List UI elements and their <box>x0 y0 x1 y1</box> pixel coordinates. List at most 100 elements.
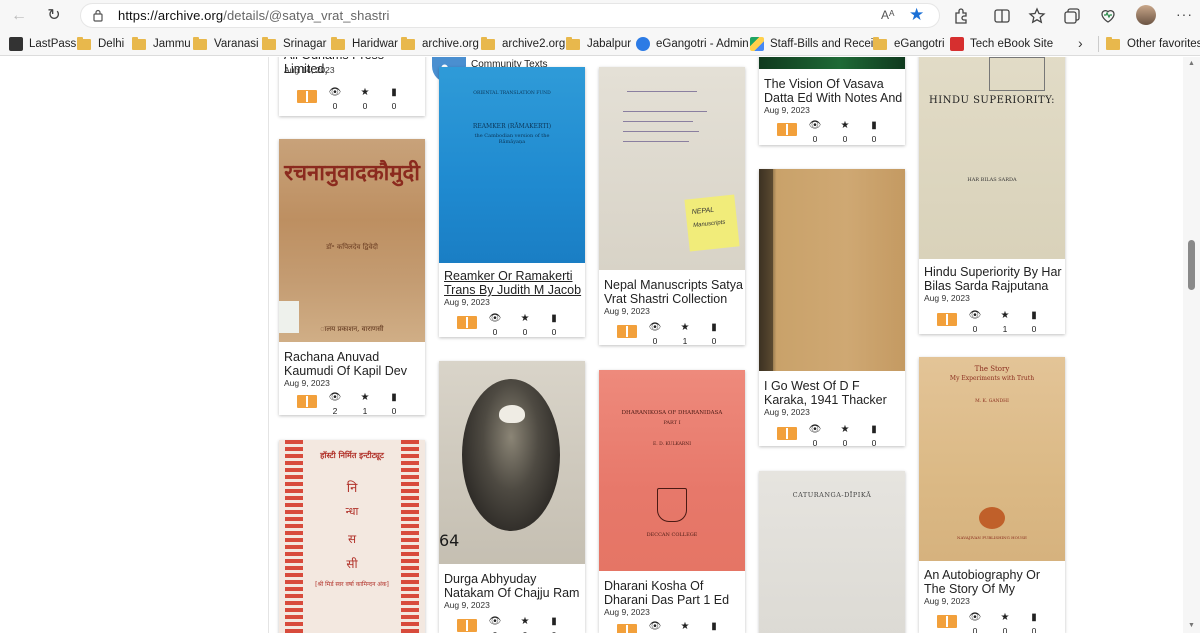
item-thumbnail[interactable]: NEPAL Manuscripts <box>599 67 745 270</box>
scroll-up-icon[interactable]: ▲ <box>1188 60 1195 67</box>
bookmarks-divider <box>1098 36 1099 52</box>
favorite-star-icon[interactable]: ★ <box>909 5 924 25</box>
bookmark-archive-org[interactable]: archive.org <box>401 36 479 52</box>
eye-icon: 👁 <box>968 310 982 321</box>
favorites-icon[interactable] <box>1027 6 1047 26</box>
cover-part: PART I <box>663 420 681 426</box>
item-card[interactable]: I Go West Of D F Karaka, 1941 Thacker An… <box>759 169 905 446</box>
folder-icon <box>262 36 276 50</box>
bookmark-lastpass[interactable]: LastPass <box>9 36 76 52</box>
bookmark-other-favorites[interactable]: Other favorites <box>1106 36 1200 52</box>
collections-icon[interactable] <box>1062 6 1082 26</box>
item-date: Aug 9, 2023 <box>764 105 810 115</box>
item-thumbnail[interactable]: CATURANGA-DĪPIKĀ <box>759 471 905 633</box>
comment-icon: ▮ <box>391 392 397 403</box>
bookmark-jammu[interactable]: Jammu <box>132 36 191 52</box>
handwriting-line <box>623 121 693 122</box>
bookmark-egangotri[interactable]: eGangotri <box>873 36 945 52</box>
item-card[interactable]: The Story My Experiments with Truth M. K… <box>919 357 1065 633</box>
cover-subtitle: the Cambodian version of the Rāmāyaṇa <box>474 133 550 145</box>
bookmark-tech-ebook[interactable]: Tech eBook Site <box>950 36 1053 52</box>
bookmark-staff-bills[interactable]: Staff-Bills and Recei... <box>750 36 883 52</box>
read-aloud-icon[interactable]: Aᴬ <box>881 8 894 22</box>
item-thumbnail[interactable]: HINDU SUPERIORITY: HAR BILAS SARDA <box>919 57 1065 259</box>
more-menu-icon[interactable]: ··· <box>1176 6 1193 22</box>
eye-icon: 👁 <box>488 616 502 627</box>
bookmark-label: eGangotri - Admin <box>656 38 749 50</box>
bookmark-haridwar[interactable]: Haridwar <box>331 36 398 52</box>
lock-icon <box>93 9 103 22</box>
favorites-count: 0 <box>1002 626 1008 633</box>
views-stat: 👁0 <box>648 621 662 633</box>
comment-icon: ▮ <box>711 322 717 333</box>
texts-mediatype-icon <box>937 313 957 326</box>
extensions-icon[interactable] <box>951 6 971 26</box>
item-thumbnail[interactable]: ORIENTAL TRANSLATION FUND REAMKER (RĀMAK… <box>439 67 585 263</box>
item-title[interactable]: The Vision Of Vasava Datta Ed With Notes… <box>764 77 904 106</box>
portrait-photo <box>462 379 560 531</box>
item-title[interactable]: Durga Abhyuday Natakam Of Chajju Ram Sha… <box>444 572 584 601</box>
scrollbar-thumb[interactable] <box>1188 240 1195 290</box>
item-card[interactable]: ORIENTAL TRANSLATION FUND REAMKER (RĀMAK… <box>439 67 585 337</box>
item-stats: 👁0 ★0 ▮0 <box>919 612 1065 633</box>
address-bar[interactable]: https://archive.org/details/@satya_vrat_… <box>80 3 940 28</box>
back-icon[interactable]: ← <box>9 6 29 26</box>
item-title[interactable]: I Go West Of D F Karaka, 1941 Thacker An… <box>764 379 904 408</box>
item-card[interactable]: All Odhams Press Limited, Aug 14, 2023 👁… <box>279 57 425 116</box>
item-title[interactable]: Dharani Kosha Of Dharani Das Part 1 Ed B… <box>604 579 744 608</box>
item-card[interactable]: The Vision Of Vasava Datta Ed With Notes… <box>759 57 905 145</box>
scroll-down-icon[interactable]: ▼ <box>1188 622 1195 629</box>
item-card[interactable]: CATURANGA-DĪPIKĀ <box>759 471 905 633</box>
bookmark-varanasi[interactable]: Varanasi <box>193 36 259 52</box>
item-date: Aug 9, 2023 <box>764 407 810 417</box>
favorites-stat: ★ 1 <box>358 392 372 415</box>
favorites-stat: ★0 <box>838 424 852 446</box>
views-stat: 👁 2 <box>328 392 342 415</box>
item-thumbnail[interactable]: 64 <box>439 361 585 564</box>
views-count: 0 <box>972 626 978 633</box>
item-card[interactable]: हॉस्टी निर्मित इन्टीट्यूट नि न्धा स सी [… <box>279 440 425 633</box>
bookmark-egangotri-admin[interactable]: eGangotri - Admin <box>636 36 749 52</box>
bookmark-archive2-org[interactable]: archive2.org <box>481 36 565 52</box>
folder-icon <box>401 36 415 50</box>
bookmark-delhi[interactable]: Delhi <box>77 36 124 52</box>
sticky-note: NEPAL Manuscripts <box>684 194 740 252</box>
item-title[interactable]: Hindu Superiority By Har Bilas Sarda Raj… <box>924 265 1064 294</box>
split-screen-icon[interactable] <box>992 6 1012 26</box>
bookmark-srinagar[interactable]: Srinagar <box>262 36 326 52</box>
item-title[interactable]: An Autobiography Or The Story Of My Expe… <box>924 568 1064 597</box>
item-card[interactable]: NEPAL Manuscripts Nepal Manuscripts Saty… <box>599 67 745 345</box>
item-date: Aug 14, 2023 <box>284 65 335 75</box>
item-thumbnail[interactable] <box>759 169 905 371</box>
page-scrollbar[interactable]: ▲ ▼ <box>1183 57 1200 633</box>
item-thumbnail[interactable]: हॉस्टी निर्मित इन्टीट्यूट नि न्धा स सी [… <box>279 440 425 633</box>
performance-icon[interactable] <box>1098 6 1118 26</box>
item-card[interactable]: HINDU SUPERIORITY: HAR BILAS SARDA Hindu… <box>919 57 1065 334</box>
item-thumbnail[interactable]: रचनानुवादकौमुदी डॉ॰ कपिलदेव द्विवेदी ालय… <box>279 139 425 342</box>
reviews-stat: ▮0 <box>547 313 561 337</box>
star-icon: ★ <box>360 87 370 98</box>
item-card[interactable]: DHARANIKOSA OF DHARANIDASA PART I E. D. … <box>599 370 745 633</box>
cover-author: डॉ॰ कपिलदेव द्विवेदी <box>326 243 378 251</box>
favorites-count: 1 <box>682 336 688 345</box>
item-title[interactable]: Nepal Manuscripts Satya Vrat Shastri Col… <box>604 278 744 307</box>
item-thumbnail[interactable] <box>759 57 905 69</box>
book-cover: DHARANIKOSA OF DHARANIDASA PART I E. D. … <box>599 370 745 571</box>
refresh-icon[interactable]: ↻ <box>44 6 64 26</box>
item-title[interactable]: Reamker Or Ramakerti Trans By Judith M J… <box>444 269 584 298</box>
favorites-stat: ★0 <box>678 621 692 633</box>
item-card[interactable]: रचनानुवादकौमुदी डॉ॰ कपिलदेव द्विवेदी ालय… <box>279 139 425 415</box>
eye-icon: 👁 <box>968 612 982 623</box>
comment-icon: ▮ <box>711 621 717 632</box>
item-date: Aug 9, 2023 <box>924 293 970 303</box>
comment-icon: ▮ <box>1031 310 1037 321</box>
bookmark-jabalpur[interactable]: Jabalpur <box>566 36 631 52</box>
item-thumbnail[interactable]: The Story My Experiments with Truth M. K… <box>919 357 1065 561</box>
profile-avatar[interactable] <box>1136 5 1156 25</box>
item-thumbnail[interactable]: DHARANIKOSA OF DHARANIDASA PART I E. D. … <box>599 370 745 571</box>
cover-title: CATURANGA-DĪPIKĀ <box>792 491 872 499</box>
chevron-right-icon[interactable]: › <box>1078 35 1083 51</box>
item-title[interactable]: Rachana Anuvad Kaumudi Of Kapil Dev Dwiv… <box>284 350 424 379</box>
item-stats: 👁 0 ★ 1 ▮ 0 <box>919 310 1065 334</box>
item-card[interactable]: 64 Durga Abhyuday Natakam Of Chajju Ram … <box>439 361 585 633</box>
